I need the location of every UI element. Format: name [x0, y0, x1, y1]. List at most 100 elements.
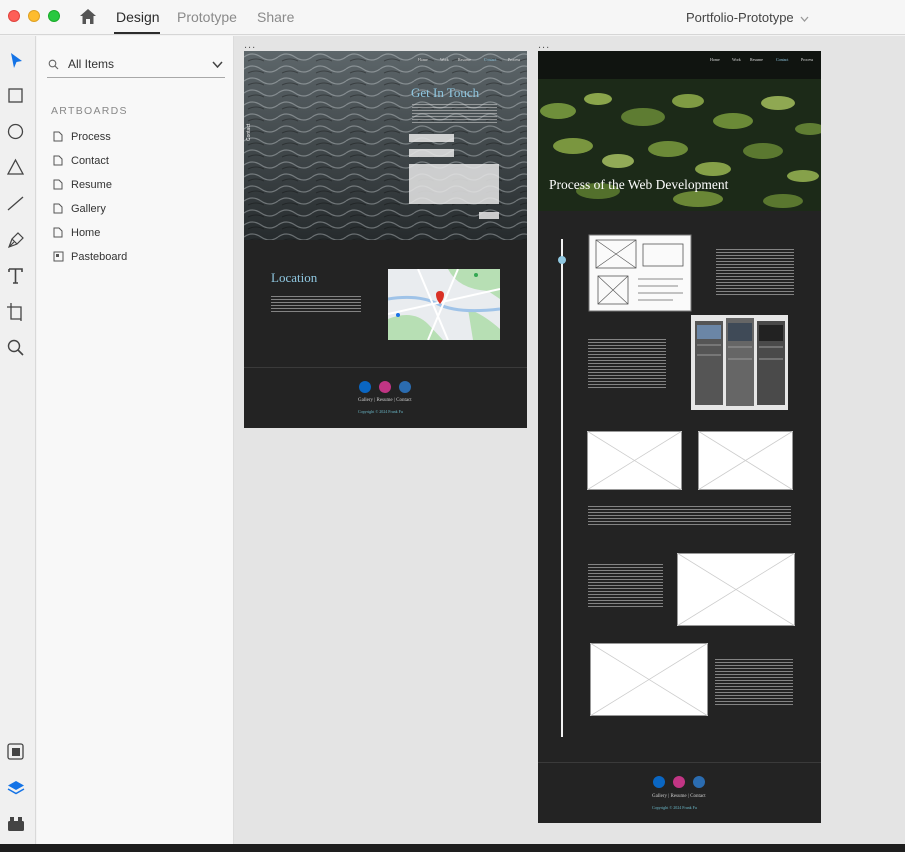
layer-label: Resume	[71, 179, 112, 191]
zoom-tool-icon[interactable]	[6, 338, 26, 358]
tab-share[interactable]: Share	[257, 9, 294, 25]
nav-process[interactable]: Process	[801, 57, 813, 62]
layer-pasteboard[interactable]: Pasteboard	[51, 248, 221, 268]
name-field[interactable]	[409, 134, 454, 142]
copyright-text: Copyright © 2024 Frank Fu	[358, 409, 403, 414]
artboard-tool-icon[interactable]	[6, 302, 26, 322]
location-text	[271, 296, 361, 314]
line-tool-icon[interactable]	[6, 194, 26, 214]
github-icon[interactable]	[399, 381, 411, 393]
linkedin-icon[interactable]	[359, 381, 371, 393]
layers-icon[interactable]	[6, 778, 26, 798]
nav-home[interactable]: Home	[418, 57, 428, 62]
layer-artboard-resume[interactable]: Resume	[51, 176, 221, 196]
layer-label: Pasteboard	[71, 251, 128, 263]
design-canvas[interactable]: ... Home Work Resume Contact Process Con…	[234, 36, 905, 844]
chevron-down-icon[interactable]	[212, 61, 223, 68]
map-image	[388, 269, 500, 340]
assets-icon[interactable]	[6, 814, 26, 834]
timeline-line	[561, 239, 563, 737]
process-artboard-more[interactable]: ...	[538, 39, 550, 51]
process-text-5	[715, 659, 793, 705]
layer-label: Home	[71, 227, 101, 239]
get-in-touch-title: Get In Touch	[411, 85, 480, 100]
location-title: Location	[271, 270, 318, 285]
home-icon[interactable]	[78, 7, 98, 27]
side-label: Contact	[246, 123, 252, 141]
dock-edge	[0, 844, 905, 852]
process-text-3	[588, 506, 791, 525]
nav-work[interactable]: Work	[732, 57, 741, 62]
layer-artboard-contact[interactable]: Contact	[51, 152, 221, 172]
tool-bar	[0, 36, 36, 852]
email-field[interactable]	[409, 149, 454, 157]
contact-artboard-more[interactable]: ...	[244, 39, 256, 51]
close-window-button[interactable]	[8, 10, 20, 22]
ellipse-tool-icon[interactable]	[6, 122, 26, 142]
placeholder-image-1	[587, 431, 682, 490]
process-text-1	[716, 249, 794, 297]
document-title-label: Portfolio-Prototype	[686, 10, 794, 25]
rectangle-tool-icon[interactable]	[6, 86, 26, 106]
nav-contact[interactable]: Contact	[776, 57, 788, 62]
layers-filter[interactable]: All Items	[47, 52, 225, 78]
layer-label: Gallery	[71, 203, 106, 215]
tab-design[interactable]: Design	[116, 9, 160, 25]
artboard-icon	[53, 179, 63, 190]
layer-artboard-home[interactable]: Home	[51, 224, 221, 244]
nav-process[interactable]: Process	[508, 57, 520, 62]
instagram-icon[interactable]	[673, 776, 685, 788]
copyright-text: Copyright © 2024 Frank Fu	[652, 805, 697, 810]
filter-label: All Items	[68, 57, 115, 71]
artboards-heading: ARTBOARDS	[51, 105, 128, 117]
message-field[interactable]	[409, 164, 499, 204]
layer-artboard-gallery[interactable]: Gallery	[51, 200, 221, 220]
mockup-screens-image	[691, 315, 788, 410]
select-tool-icon[interactable]	[6, 51, 26, 71]
sketch-wireframe-image	[588, 234, 692, 312]
footer-links: Gallery | Resume | Contact	[358, 398, 412, 403]
footer-links: Gallery | Resume | Contact	[652, 794, 706, 799]
artboard-icon	[53, 131, 63, 142]
layer-label: Process	[71, 131, 111, 143]
submit-button[interactable]	[479, 212, 499, 219]
placeholder-image-2	[698, 431, 793, 490]
instagram-icon[interactable]	[379, 381, 391, 393]
plugins-icon[interactable]	[6, 742, 26, 762]
linkedin-icon[interactable]	[653, 776, 665, 788]
document-title[interactable]: Portfolio-Prototype	[686, 10, 809, 25]
layer-artboard-process[interactable]: Process	[51, 128, 221, 148]
polygon-tool-icon[interactable]	[6, 158, 26, 178]
pasteboard-icon	[53, 251, 64, 262]
tab-prototype[interactable]: Prototype	[177, 9, 237, 25]
placeholder-image-3	[677, 553, 795, 626]
artboard-contact[interactable]: Home Work Resume Contact Process Contact…	[244, 51, 527, 428]
nav-home[interactable]: Home	[710, 57, 720, 62]
artboard-icon	[53, 155, 63, 166]
title-bar: Design Prototype Share Portfolio-Prototy…	[0, 0, 905, 35]
process-text-4	[588, 564, 663, 609]
artboard-icon	[53, 227, 63, 238]
github-icon[interactable]	[693, 776, 705, 788]
minimize-window-button[interactable]	[28, 10, 40, 22]
contact-intro-text	[412, 104, 497, 124]
artboard-process[interactable]: Home Work Resume Contact Process Process…	[538, 51, 821, 823]
nav-work[interactable]: Work	[440, 57, 449, 62]
zoom-window-button[interactable]	[48, 10, 60, 22]
active-tab-indicator	[114, 32, 160, 34]
search-icon	[48, 59, 59, 70]
chevron-down-icon	[800, 16, 809, 22]
layers-panel: All Items ARTBOARDS Process Contact Resu…	[37, 36, 234, 852]
footer-divider	[538, 762, 821, 763]
nav-contact[interactable]: Contact	[484, 57, 496, 62]
pen-tool-icon[interactable]	[6, 230, 26, 250]
timeline-dot	[558, 256, 566, 264]
text-tool-icon[interactable]	[6, 266, 26, 286]
footer-divider	[244, 367, 527, 368]
artboard-icon	[53, 203, 63, 214]
nav-resume[interactable]: Resume	[750, 57, 763, 62]
layer-label: Contact	[71, 155, 109, 167]
placeholder-image-4	[590, 643, 708, 716]
nav-resume[interactable]: Resume	[458, 57, 471, 62]
process-hero-title: Process of the Web Development	[549, 177, 729, 192]
